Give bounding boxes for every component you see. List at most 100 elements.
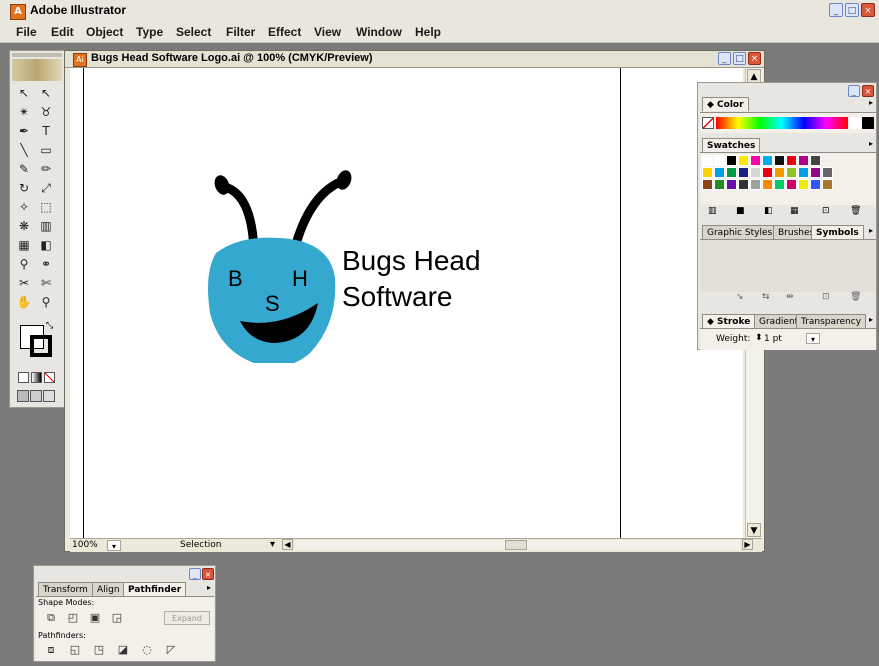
menu-type[interactable]: Type: [136, 25, 163, 39]
tab-align[interactable]: Align: [92, 582, 125, 596]
color-swatch[interactable]: [762, 179, 773, 190]
doc-restore-button[interactable]: □: [733, 52, 746, 65]
color-swatch[interactable]: [822, 179, 833, 190]
column-graph-tool-icon[interactable]: ▥: [36, 217, 56, 235]
show-pattern-swatches-icon[interactable]: ▦: [790, 206, 799, 216]
replace-symbol-icon[interactable]: ⇆: [762, 292, 770, 302]
color-swatch[interactable]: [714, 167, 725, 178]
free-transform-tool-icon[interactable]: ⬚: [36, 198, 56, 216]
none-color-swatch[interactable]: [702, 117, 714, 129]
tab-transparency[interactable]: Transparency: [796, 314, 867, 328]
doc-close-button[interactable]: ×: [748, 52, 761, 65]
minus-back-icon[interactable]: ◸: [162, 642, 180, 658]
weight-dropdown-button[interactable]: ▾: [806, 333, 820, 344]
show-gradient-swatches-icon[interactable]: ◧: [764, 206, 773, 216]
color-swatch[interactable]: [822, 167, 833, 178]
direct-selection-tool-icon[interactable]: ↖: [36, 84, 56, 102]
lasso-tool-icon[interactable]: ♉: [36, 103, 56, 121]
color-swatch[interactable]: [714, 179, 725, 190]
exclude-overlapping-areas-icon[interactable]: ◲: [108, 610, 126, 626]
color-swatch[interactable]: [726, 179, 737, 190]
tab-color[interactable]: ◆ Color: [702, 97, 749, 111]
mesh-tool-icon[interactable]: ▦: [14, 236, 34, 254]
divide-icon[interactable]: ⧈: [42, 642, 60, 658]
logo-text-line2[interactable]: Software: [342, 280, 453, 314]
toolbox-grip[interactable]: [12, 53, 62, 57]
menu-object[interactable]: Object: [86, 25, 123, 39]
color-spectrum-bar[interactable]: [716, 117, 848, 129]
none-mode-icon[interactable]: [44, 372, 55, 383]
color-swatch[interactable]: [762, 155, 773, 166]
color-swatch[interactable]: [738, 167, 749, 178]
scroll-right-button[interactable]: ▶: [742, 539, 753, 550]
expand-button[interactable]: Expand: [164, 611, 210, 625]
color-swatch[interactable]: [786, 155, 797, 166]
menu-select[interactable]: Select: [176, 25, 211, 39]
stroke-swatch[interactable]: [30, 335, 52, 357]
scale-tool-icon[interactable]: ⤢: [36, 179, 56, 197]
tab-graphic-styles[interactable]: Graphic Styles: [702, 225, 778, 239]
type-tool-icon[interactable]: T: [36, 122, 56, 140]
zoom-level[interactable]: 100%: [72, 540, 98, 550]
outline-icon[interactable]: ◌: [138, 642, 156, 658]
color-swatch[interactable]: [738, 179, 749, 190]
color-swatch[interactable]: [750, 155, 761, 166]
color-swatch[interactable]: [774, 167, 785, 178]
pathfinder-minimize-button[interactable]: _: [189, 568, 201, 580]
horizontal-scrollbar[interactable]: [295, 540, 740, 550]
color-swatch[interactable]: [702, 167, 713, 178]
status-dropdown-icon[interactable]: ▾: [270, 539, 275, 550]
dock-minimize-button[interactable]: _: [848, 85, 860, 97]
color-swatch[interactable]: [702, 155, 713, 166]
magic-wand-tool-icon[interactable]: ✴: [14, 103, 34, 121]
color-swatch[interactable]: [798, 155, 809, 166]
full-screen-mode-icon[interactable]: [43, 390, 55, 402]
color-swatch[interactable]: [774, 155, 785, 166]
color-swatch[interactable]: [786, 179, 797, 190]
delete-swatch-icon[interactable]: 🗑: [850, 206, 861, 216]
new-symbol-icon[interactable]: ⊡: [822, 292, 830, 302]
color-swatch[interactable]: [762, 167, 773, 178]
menu-help[interactable]: Help: [415, 25, 441, 39]
document-titlebar[interactable]: Ai Bugs Head Software Logo.ai @ 100% (CM…: [65, 51, 764, 68]
selection-tool-icon[interactable]: ↖: [14, 84, 34, 102]
show-swatch-kinds-icon[interactable]: ▥: [708, 206, 717, 216]
zoom-tool-icon[interactable]: ⚲: [36, 293, 56, 311]
scissors-tool-icon[interactable]: ✄: [36, 274, 56, 292]
break-link-icon[interactable]: ⇹: [786, 292, 794, 302]
color-swatch[interactable]: [798, 179, 809, 190]
black-white-swatch[interactable]: [850, 117, 874, 129]
scroll-left-button[interactable]: ◀: [282, 539, 293, 550]
scroll-down-button[interactable]: ▼: [747, 523, 761, 537]
color-swatch[interactable]: [810, 167, 821, 178]
horizontal-scroll-thumb[interactable]: [505, 540, 527, 550]
pathfinder-close-button[interactable]: ×: [202, 568, 214, 580]
blend-tool-icon[interactable]: ⚭: [36, 255, 56, 273]
color-swatch[interactable]: [810, 155, 821, 166]
zoom-dropdown-button[interactable]: ▾: [107, 540, 121, 551]
symbols-panel-menu-icon[interactable]: ▸: [869, 226, 873, 235]
logo-text-line1[interactable]: Bugs Head: [342, 244, 481, 278]
stroke-panel-menu-icon[interactable]: ▸: [869, 315, 873, 324]
menu-effect[interactable]: Effect: [268, 25, 301, 39]
rotate-tool-icon[interactable]: ↻: [14, 179, 34, 197]
intersect-shape-areas-icon[interactable]: ▣: [86, 610, 104, 626]
tab-swatches[interactable]: Swatches: [702, 138, 761, 152]
eyedropper-tool-icon[interactable]: ⚲: [14, 255, 34, 273]
delete-symbol-icon[interactable]: 🗑: [850, 292, 861, 302]
weight-stepper-icon[interactable]: ⬍: [755, 333, 763, 343]
color-swatch[interactable]: [750, 179, 761, 190]
color-swatch[interactable]: [786, 167, 797, 178]
pen-tool-icon[interactable]: ✒: [14, 122, 34, 140]
tab-pathfinder[interactable]: Pathfinder: [123, 582, 187, 596]
menu-window[interactable]: Window: [356, 25, 402, 39]
menu-filter[interactable]: Filter: [226, 25, 255, 39]
minimize-button[interactable]: _: [829, 3, 843, 17]
weight-value[interactable]: 1 pt: [764, 334, 782, 344]
tab-transform[interactable]: Transform: [38, 582, 93, 596]
pathfinder-menu-icon[interactable]: ▸: [207, 583, 211, 592]
artboard-canvas[interactable]: B H S Bugs Head Software: [70, 68, 743, 538]
restore-button[interactable]: □: [845, 3, 859, 17]
warp-tool-icon[interactable]: ✧: [14, 198, 34, 216]
symbol-sprayer-tool-icon[interactable]: ❋: [14, 217, 34, 235]
